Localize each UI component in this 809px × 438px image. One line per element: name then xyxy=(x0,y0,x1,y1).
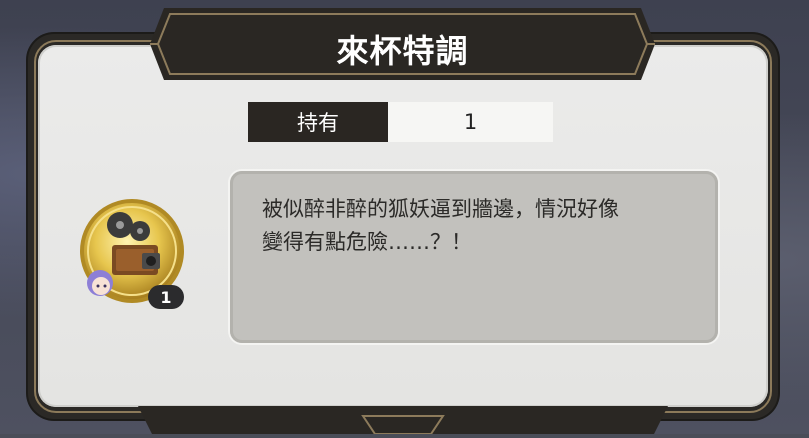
owned-value: 1 xyxy=(388,102,553,142)
title-plate: 來杯特調 xyxy=(150,8,655,80)
bottom-decoration xyxy=(138,406,668,435)
description-line: 變得有點危險……？！ xyxy=(262,230,472,254)
item-description: 被似醉非醉的狐妖逼到牆邊，情況好像 變得有點危險……？！ xyxy=(262,193,692,259)
owned-label: 持有 xyxy=(248,102,388,142)
item-count-badge: 1 xyxy=(148,285,184,309)
dialog-title: 來杯特調 xyxy=(336,32,469,70)
description-line: 被似醉非醉的狐妖逼到牆邊，情況好像 xyxy=(262,197,619,221)
